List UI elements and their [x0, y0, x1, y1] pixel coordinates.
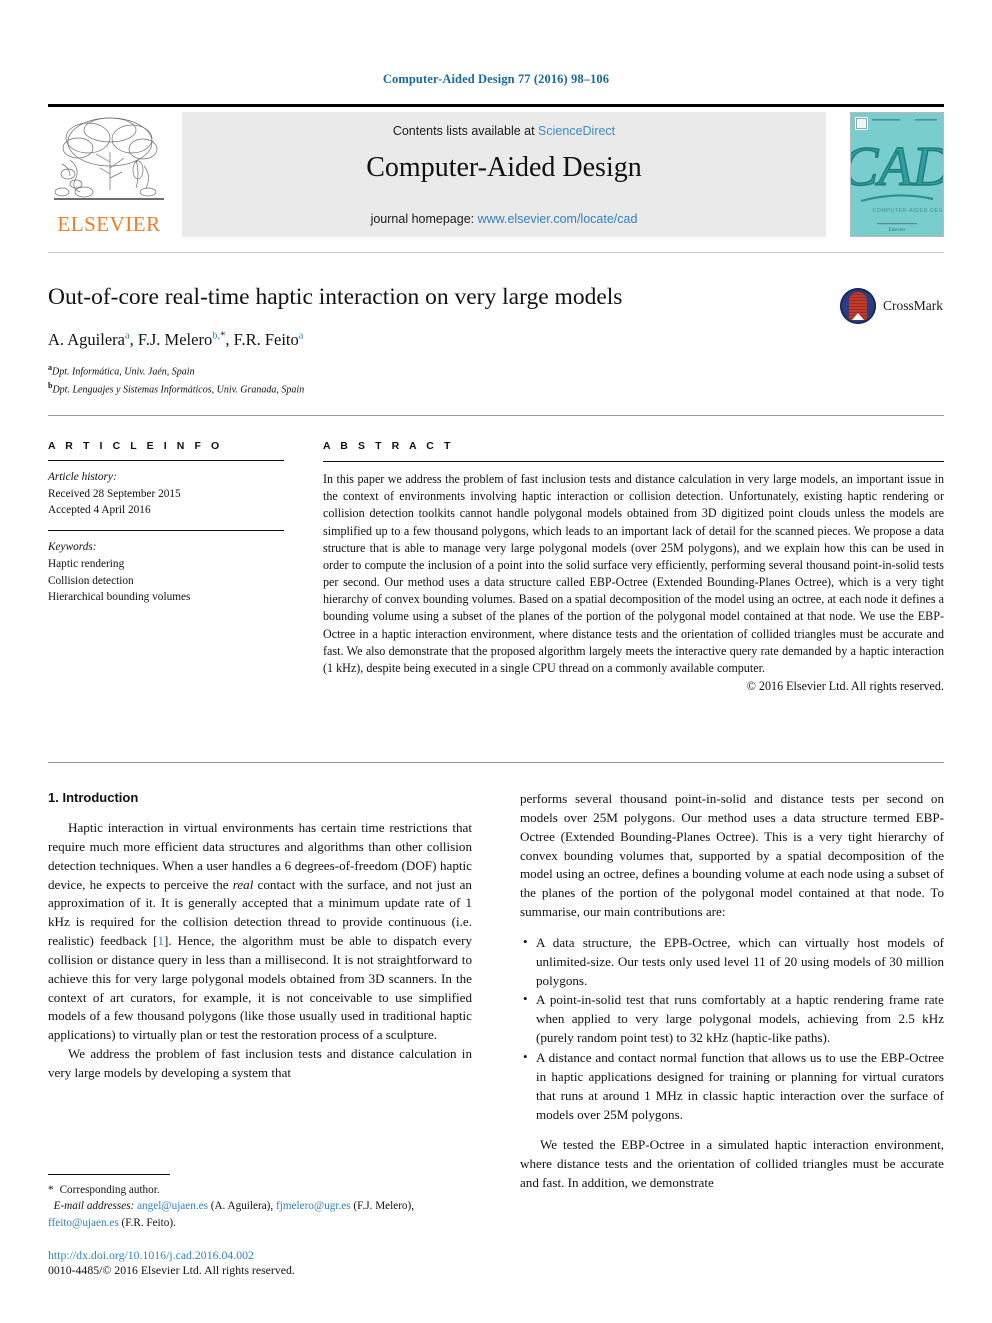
journal-masthead: ELSEVIER Contents lists available at Sci…	[48, 112, 944, 237]
corresponding-author-line: * Corresponding author.	[48, 1182, 472, 1199]
journal-banner: Contents lists available at ScienceDirec…	[182, 112, 826, 237]
email-addresses-label: E-mail addresses:	[53, 1200, 135, 1213]
abstract-rule	[323, 461, 944, 462]
elsevier-logo: ELSEVIER	[48, 112, 170, 237]
article-info-rule	[48, 460, 284, 461]
email-owner-2: (F.J. Melero),	[350, 1200, 415, 1213]
paper-page: Computer-Aided Design 77 (2016) 98–106 E…	[0, 0, 992, 1323]
crossmark-label: CrossMark	[883, 298, 943, 313]
keyword-item: Haptic rendering	[48, 557, 125, 570]
author-2-name: F.J. Melero	[137, 330, 213, 349]
author-sep-1: ,	[129, 330, 138, 349]
contents-line: Contents lists available at ScienceDirec…	[182, 124, 826, 138]
email-link-1[interactable]: angel@ujaen.es	[137, 1200, 208, 1212]
intro-p1-emphasis: real	[232, 876, 254, 892]
svg-text:Elsevier: Elsevier	[889, 228, 906, 233]
keyword-item: Collision detection	[48, 574, 134, 587]
body-column-right: performs several thousand point-in-solid…	[520, 790, 944, 1193]
affiliation-b: bDpt. Lenguajes y Sistemas Informáticos,…	[48, 380, 788, 398]
list-item: A point-in-solid test that runs comforta…	[523, 990, 944, 1048]
sciencedirect-link[interactable]: ScienceDirect	[538, 124, 615, 138]
title-divider	[48, 252, 944, 253]
homepage-prefix: journal homepage:	[370, 212, 478, 226]
elsevier-wordmark: ELSEVIER	[57, 212, 161, 236]
footnote-star-mark: *	[48, 1183, 54, 1196]
running-head: Computer-Aided Design 77 (2016) 98–106	[382, 72, 610, 86]
cover-artwork-icon: CAD COMPUTER-AIDED DESIGN Elsevier	[851, 113, 943, 236]
intro-paragraph-2: We address the problem of fast inclusion…	[48, 1046, 472, 1080]
email-link-3[interactable]: ffeito@ujaen.es	[48, 1217, 119, 1229]
article-info-column: A R T I C L E I N F O Article history: R…	[48, 440, 284, 606]
intro-p1-part-c: ]. Hence, the algorithm must be able to …	[48, 933, 472, 1043]
affiliation-b-text: Dpt. Lenguajes y Sistemas Informáticos, …	[52, 384, 305, 396]
email-link-2[interactable]: fjmelero@ugr.es	[276, 1200, 351, 1212]
author-3-name: F.R. Feito	[233, 330, 299, 349]
journal-homepage-link[interactable]: www.elsevier.com/locate/cad	[478, 212, 638, 226]
svg-text:COMPUTER-AIDED DESIGN: COMPUTER-AIDED DESIGN	[872, 208, 943, 214]
section-heading-introduction: 1. Introduction	[48, 790, 139, 805]
journal-title: Computer-Aided Design	[366, 152, 642, 183]
crossmark-icon-arrow	[852, 313, 864, 320]
article-history-block: Article history: Received 28 September 2…	[48, 469, 284, 519]
contents-prefix: Contents lists available at	[392, 124, 539, 138]
author-2-affiliation-mark: b,	[212, 330, 221, 342]
author-sep-2: ,	[225, 330, 234, 349]
header-rule	[48, 104, 944, 107]
svg-text:CAD: CAD	[851, 136, 943, 198]
issn-copyright-line: 0010-4485/© 2016 Elsevier Ltd. All right…	[48, 1263, 295, 1277]
elsevier-tree-icon	[54, 117, 164, 200]
author-3-affiliation-mark: a	[298, 330, 304, 342]
list-item: A data structure, the EPB-Octree, which …	[523, 933, 944, 991]
page-title: Out-of-core real-time haptic interaction…	[48, 284, 623, 310]
article-history-label: Article history:	[48, 471, 117, 483]
article-info-heading: A R T I C L E I N F O	[48, 440, 223, 452]
homepage-line: journal homepage: www.elsevier.com/locat…	[182, 212, 826, 226]
contributions-list: A data structure, the EPB-Octree, which …	[520, 933, 944, 1124]
article-received-date: Received 28 September 2015	[48, 487, 181, 500]
intro-paragraph-1: Haptic interaction in virtual environmen…	[48, 819, 472, 1045]
keywords-label: Keywords:	[48, 541, 97, 554]
keyword-item: Hierarchical bounding volumes	[48, 591, 191, 604]
author-list: A. Aguileraa, F.J. Melerob,*, F.R. Feito…	[48, 330, 788, 350]
body-column-left: 1. Introduction Haptic interaction in vi…	[48, 790, 472, 1083]
info-divider	[48, 415, 944, 416]
abstract-text: In this paper we address the problem of …	[323, 472, 944, 675]
author-1-name: A. Aguilera	[48, 330, 125, 349]
abstract-copyright: © 2016 Elsevier Ltd. All rights reserved…	[746, 679, 944, 694]
affiliation-list: aDpt. Informática, Univ. Jaén, Spain bDp…	[48, 362, 788, 398]
crossmark-badge[interactable]: CrossMark	[840, 288, 943, 328]
keywords-block: Keywords: Haptic rendering Collision det…	[48, 539, 284, 606]
email-addresses-line: E-mail addresses: angel@ujaen.es (A. Agu…	[48, 1198, 472, 1232]
abstract-heading: A B S T R A C T	[323, 440, 454, 452]
crossmark-icon	[840, 288, 876, 324]
keywords-rule	[48, 530, 284, 532]
journal-cover-thumbnail: CAD COMPUTER-AIDED DESIGN Elsevier	[850, 112, 944, 237]
intro-paragraph-3: performs several thousand point-in-solid…	[520, 791, 944, 920]
footnote-rule	[48, 1173, 170, 1175]
email-owner-3: (F.R. Feito).	[118, 1217, 176, 1230]
intro-paragraph-4: We tested the EBP-Octree in a simulated …	[520, 1137, 944, 1191]
corresponding-author-text: Corresponding author.	[59, 1183, 160, 1196]
body-divider	[48, 762, 944, 763]
abstract-column: A B S T R A C T In this paper we address…	[323, 440, 944, 694]
doi-link[interactable]: http://dx.doi.org/10.1016/j.cad.2016.04.…	[48, 1248, 472, 1263]
article-accepted-date: Accepted 4 April 2016	[48, 504, 151, 517]
list-item: A distance and contact normal function t…	[523, 1048, 944, 1124]
email-owner-1: (A. Aguilera),	[207, 1200, 276, 1213]
affiliation-a-text: Dpt. Informática, Univ. Jaén, Spain	[52, 366, 195, 378]
footnote-block: * Corresponding author. E-mail addresses:…	[48, 1173, 472, 1278]
affiliation-a: aDpt. Informática, Univ. Jaén, Spain	[48, 362, 788, 380]
